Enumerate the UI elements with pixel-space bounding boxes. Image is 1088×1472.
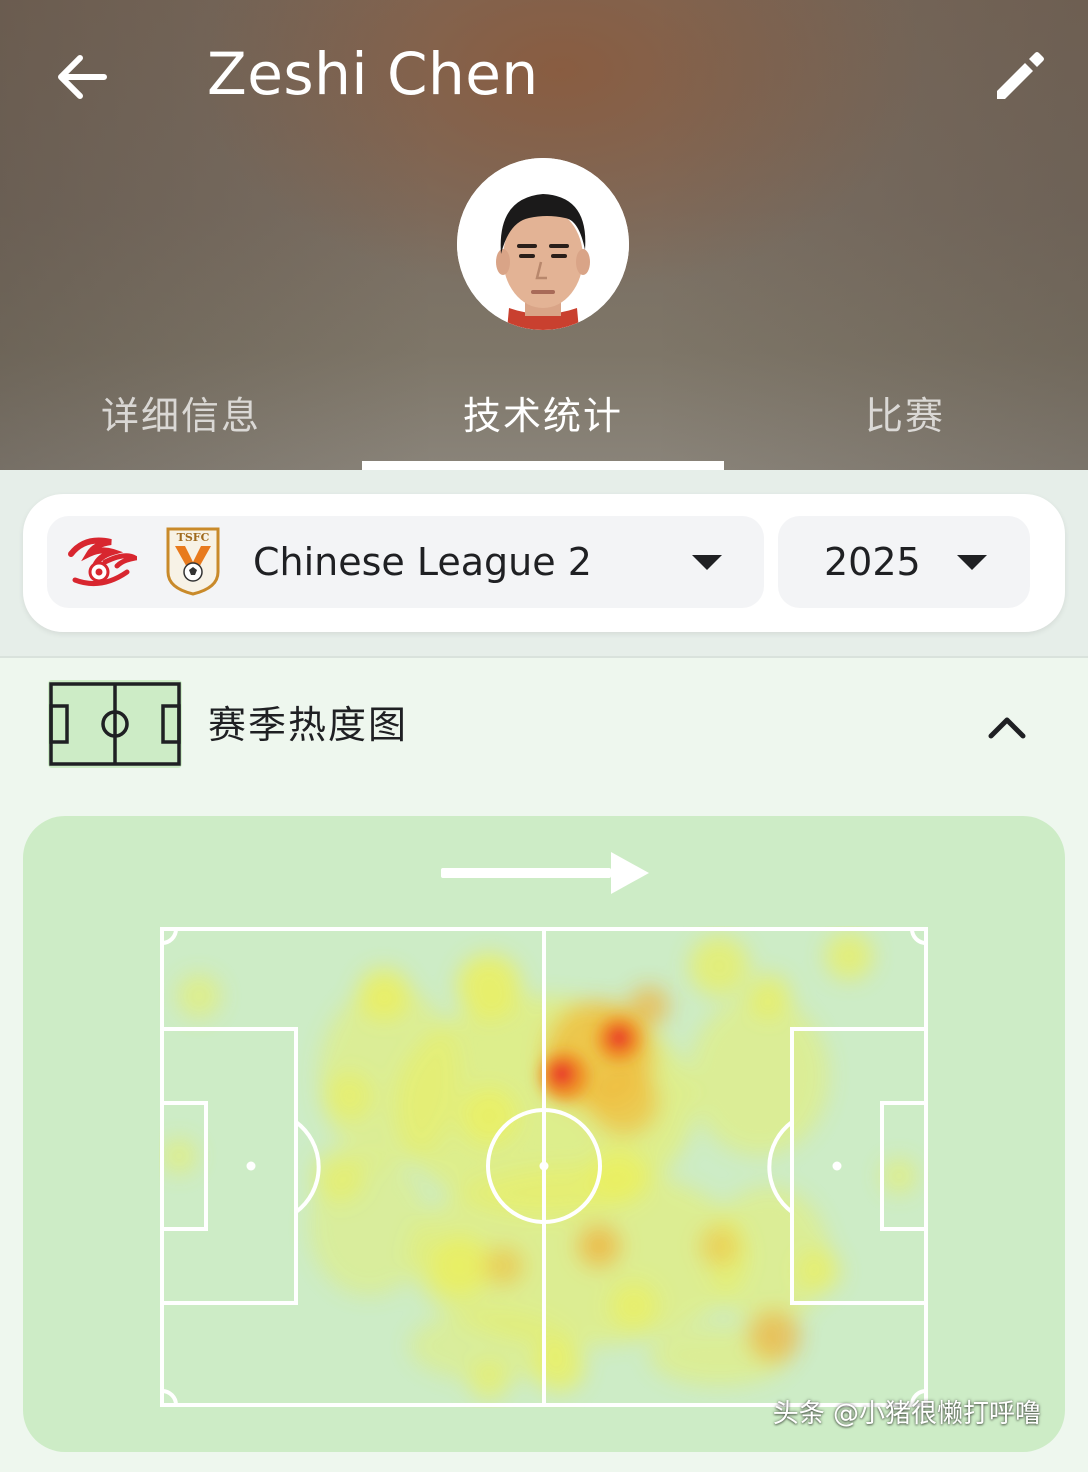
back-button[interactable]: [48, 44, 114, 110]
player-header: Zeshi Chen 详细信息 技术统计 比赛: [0, 0, 1088, 470]
tab-stats[interactable]: 技术统计: [362, 374, 724, 450]
edit-button[interactable]: [986, 42, 1054, 110]
chevron-up-icon: [988, 717, 1026, 739]
heatmap-card: 头条 @小猪很懒打呼噜: [23, 816, 1065, 1452]
league-logo: [68, 537, 137, 587]
avatar-photo: [457, 158, 629, 330]
heatmap-section: 赛季热度图 头条 @小猪很懒打呼噜: [0, 658, 1088, 1472]
heatmap-title: 赛季热度图: [208, 703, 409, 747]
active-tab-indicator: [362, 461, 724, 470]
caret-down-icon: [957, 555, 987, 570]
pencil-icon: [997, 52, 1044, 99]
league-dropdown[interactable]: TSFC Chinese League 2: [47, 516, 764, 608]
collapse-button[interactable]: [976, 702, 1038, 750]
filter-bar: TSFC Chinese League 2 2025: [0, 470, 1088, 658]
tab-matches[interactable]: 比赛: [724, 374, 1086, 450]
caret-down-icon: [692, 555, 722, 570]
arrow-left-icon: [58, 55, 107, 99]
pitch-icon: [48, 680, 182, 768]
season-value: 2025: [824, 540, 921, 584]
tab-bar: 详细信息 技术统计 比赛: [0, 360, 1088, 470]
watermark: 头条 @小猪很懒打呼噜: [772, 1399, 1041, 1429]
league-name: Chinese League 2: [253, 540, 592, 584]
player-avatar: [457, 158, 629, 330]
season-dropdown[interactable]: 2025: [778, 516, 1030, 608]
heatmap-section-header[interactable]: 赛季热度图: [0, 658, 1088, 788]
page-title: Zeshi Chen: [207, 40, 539, 108]
club-crest: TSFC: [166, 527, 220, 596]
club-crest-text: TSFC: [177, 531, 210, 544]
filter-card: TSFC Chinese League 2 2025: [23, 494, 1065, 632]
heatmap-pitch: [159, 926, 929, 1408]
arrow-right-icon: [441, 852, 649, 894]
tab-details[interactable]: 详细信息: [0, 374, 362, 450]
